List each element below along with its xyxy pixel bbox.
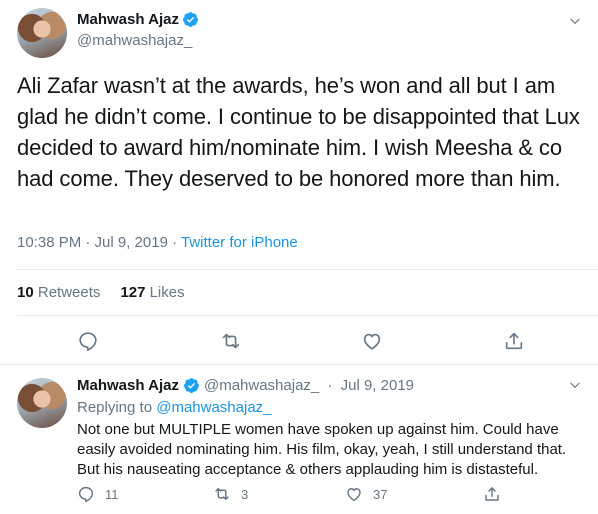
retweets-stat[interactable]: 10 Retweets: [17, 284, 100, 301]
meta-separator: ·: [167, 234, 181, 251]
tweet-text: Ali Zafar wasn’t at the awards, he’s won…: [17, 73, 580, 191]
divider: [0, 364, 598, 365]
chevron-down-icon[interactable]: [568, 378, 582, 392]
reply-icon: [78, 486, 94, 503]
reply-date[interactable]: Jul 9, 2019: [341, 377, 414, 394]
share-button[interactable]: [483, 485, 501, 503]
like-button[interactable]: 37: [345, 485, 387, 503]
author-row: Mahwash Ajaz: [77, 11, 199, 28]
author-handle[interactable]: @mahwashajaz_: [77, 32, 192, 49]
verified-badge-icon: [184, 378, 199, 393]
tweet-source[interactable]: Twitter for iPhone: [181, 234, 298, 251]
share-button[interactable]: [503, 330, 525, 352]
retweet-button[interactable]: 3: [213, 485, 248, 503]
like-button[interactable]: [361, 330, 383, 352]
tweet-stats: 10 Retweets 127 Likes: [17, 284, 185, 301]
reply-button[interactable]: [77, 330, 99, 352]
replying-to: Replying to @mahwashajaz_: [77, 399, 272, 416]
replying-to-label: Replying to: [77, 399, 153, 416]
tweet-meta: 10:38 PM · Jul 9, 2019 · Twitter for iPh…: [17, 234, 298, 251]
reply-count: 11: [105, 486, 119, 502]
reply-button[interactable]: 11: [77, 485, 119, 503]
retweet-count: 3: [241, 486, 249, 502]
share-icon: [505, 332, 523, 350]
chevron-down-icon[interactable]: [568, 14, 582, 28]
like-icon: [363, 333, 381, 350]
divider: [17, 269, 598, 270]
avatar[interactable]: [17, 378, 67, 428]
replying-to-handle[interactable]: @mahwashajaz_: [156, 399, 271, 416]
reply-author-handle[interactable]: @mahwashajaz_: [204, 377, 319, 394]
retweets-label: Retweets: [37, 284, 101, 301]
like-icon: [347, 488, 361, 502]
retweets-count: 10: [17, 284, 34, 301]
reply-author-name[interactable]: Mahwash Ajaz: [77, 377, 179, 394]
likes-label: Likes: [149, 284, 185, 301]
likes-stat[interactable]: 127 Likes: [120, 284, 184, 301]
author-name[interactable]: Mahwash Ajaz: [77, 11, 179, 28]
tweet-timestamp[interactable]: 10:38 PM · Jul 9, 2019: [17, 234, 168, 251]
retweet-icon: [215, 488, 229, 500]
share-icon: [485, 487, 499, 501]
likes-count: 127: [120, 284, 146, 301]
reply-separator: ·: [323, 377, 337, 394]
retweet-icon: [222, 333, 240, 349]
divider: [17, 315, 598, 316]
reply-icon: [79, 332, 97, 351]
like-count: 37: [373, 486, 388, 502]
avatar[interactable]: [17, 8, 67, 58]
reply-text: Not one but MULTIPLE women have spoken u…: [77, 421, 567, 478]
reply-author-row: Mahwash Ajaz @mahwashajaz_ · Jul 9, 2019: [77, 377, 414, 394]
verified-badge-icon: [183, 12, 198, 27]
retweet-button[interactable]: [220, 330, 242, 352]
